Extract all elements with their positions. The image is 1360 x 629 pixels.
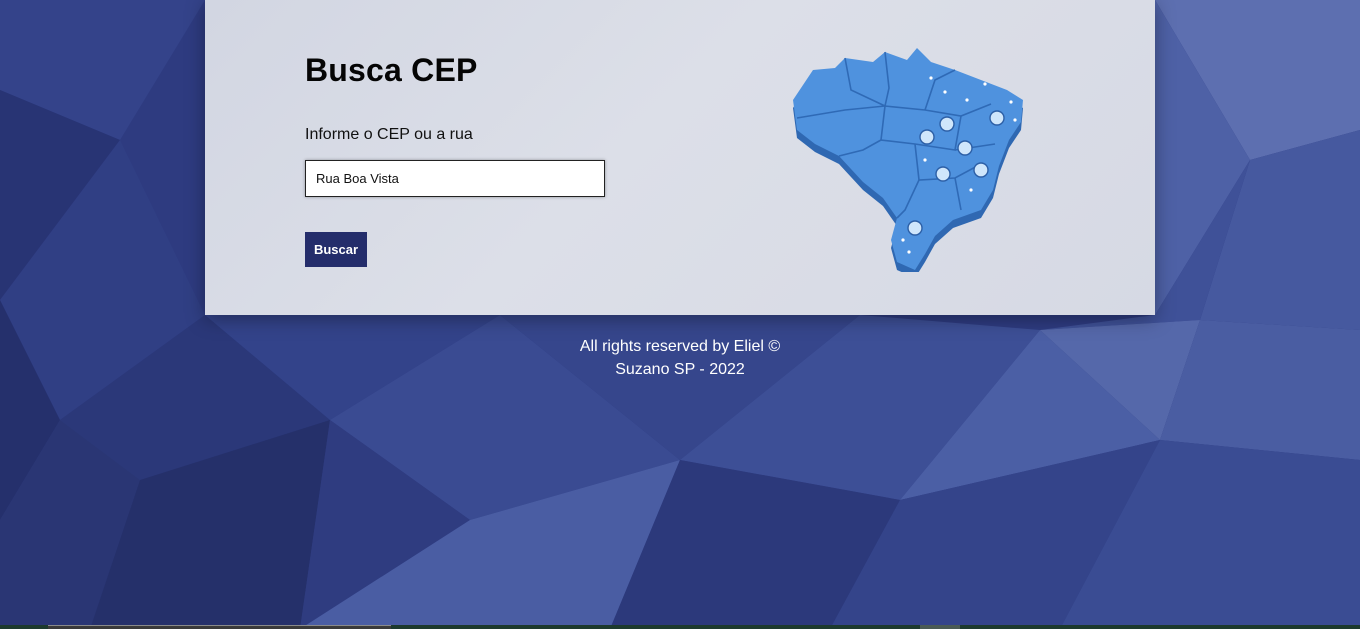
page-title: Busca CEP — [305, 52, 478, 88]
search-button[interactable]: Buscar — [305, 232, 367, 267]
footer-location: Suzano SP - 2022 — [615, 361, 745, 378]
taskbar-item[interactable] — [920, 625, 960, 629]
taskbar-search[interactable] — [48, 625, 391, 629]
footer: All rights reserved by Eliel © Suzano SP… — [0, 335, 1360, 381]
search-input[interactable] — [305, 160, 605, 197]
input-label: Informe o CEP ou a rua — [305, 126, 473, 143]
footer-copyright: All rights reserved by Eliel © — [579, 338, 781, 355]
search-card: Busca CEP Informe o CEP ou a rua Buscar — [205, 0, 1155, 315]
brazil-map-icon — [793, 48, 1023, 272]
